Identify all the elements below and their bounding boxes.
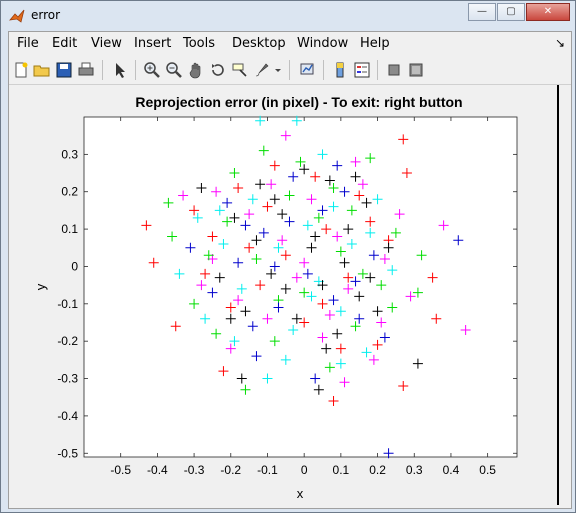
save-icon[interactable] [55, 61, 73, 79]
title-bar[interactable]: error — ▢ ✕ [1, 1, 575, 31]
toolbar-separator [323, 60, 324, 80]
x-tick-label: -0.1 [257, 463, 278, 477]
x-tick-label: -0.2 [220, 463, 241, 477]
window-title: error [31, 8, 61, 22]
menu-bar: File Edit View Insert Tools Desktop Wind… [9, 32, 571, 56]
brush-dropdown-icon[interactable] [273, 61, 283, 79]
x-tick-label: 0.2 [369, 463, 386, 477]
print-icon[interactable] [77, 61, 95, 79]
figure-canvas[interactable]: Reprojection error (in pixel) - To exit:… [9, 85, 561, 505]
rotate-icon[interactable] [209, 61, 227, 79]
link-icon[interactable] [299, 61, 317, 79]
y-tick-label: 0.2 [61, 185, 78, 199]
menu-insert[interactable]: Insert [134, 36, 171, 51]
zoom-in-icon[interactable] [143, 61, 161, 79]
y-tick-label: -0.4 [57, 409, 78, 423]
y-tick-label: -0.3 [57, 372, 78, 386]
brush-icon[interactable] [253, 61, 271, 79]
x-tick-label: 0.5 [479, 463, 496, 477]
pointer-icon[interactable] [111, 61, 129, 79]
x-tick-label: -0.4 [147, 463, 168, 477]
x-tick-label: 0.4 [443, 463, 460, 477]
maximize-button[interactable]: ▢ [497, 3, 525, 21]
menu-view[interactable]: View [91, 36, 122, 51]
toolbar-separator [102, 60, 103, 80]
x-axis-label: x [297, 486, 304, 501]
x-tick-label: -0.5 [110, 463, 131, 477]
toolbar-separator [289, 60, 290, 80]
axes-area[interactable] [83, 116, 518, 458]
hide-plot-tools-icon[interactable] [385, 61, 403, 79]
data-cursor-icon[interactable] [231, 61, 249, 79]
show-plot-tools-icon[interactable] [407, 61, 425, 79]
figure-window: error — ▢ ✕ File Edit View Insert Tools … [0, 0, 576, 513]
x-tick-label: 0.3 [406, 463, 423, 477]
y-axis-label: y [33, 283, 48, 290]
minimize-button[interactable]: — [468, 3, 496, 21]
x-tick-label: 0.1 [333, 463, 350, 477]
pan-icon[interactable] [187, 61, 205, 79]
new-figure-icon[interactable] [12, 61, 30, 79]
toolbar-separator [135, 60, 136, 80]
y-tick-label: -0.2 [57, 334, 78, 348]
y-tick-label: 0 [71, 259, 78, 273]
zoom-out-icon[interactable] [165, 61, 183, 79]
menu-tools[interactable]: Tools [183, 36, 215, 51]
y-tick-label: 0.1 [61, 222, 78, 236]
undock-arrow-icon[interactable]: ↘ [555, 36, 565, 50]
matlab-icon [9, 9, 25, 23]
menu-edit[interactable]: Edit [52, 36, 77, 51]
menu-file[interactable]: File [17, 36, 39, 51]
figure-client-area: File Edit View Insert Tools Desktop Wind… [8, 31, 572, 509]
figure-toolbar [9, 56, 571, 85]
chart-title: Reprojection error (in pixel) - To exit:… [135, 94, 462, 110]
menu-window[interactable]: Window [297, 36, 348, 51]
legend-icon[interactable] [353, 61, 371, 79]
menu-desktop[interactable]: Desktop [232, 36, 286, 51]
close-button[interactable]: ✕ [526, 3, 570, 21]
x-tick-label: -0.3 [184, 463, 205, 477]
y-tick-label: 0.3 [61, 147, 78, 161]
y-tick-label: -0.1 [57, 297, 78, 311]
figure-edge-line [557, 85, 559, 505]
scatter-plot[interactable]: Reprojection error (in pixel) - To exit:… [9, 85, 561, 505]
colorbar-icon[interactable] [331, 61, 349, 79]
toolbar-separator [377, 60, 378, 80]
y-tick-label: -0.5 [57, 446, 78, 460]
x-tick-label: 0 [301, 463, 308, 477]
open-icon[interactable] [33, 61, 51, 79]
menu-help[interactable]: Help [360, 36, 390, 51]
